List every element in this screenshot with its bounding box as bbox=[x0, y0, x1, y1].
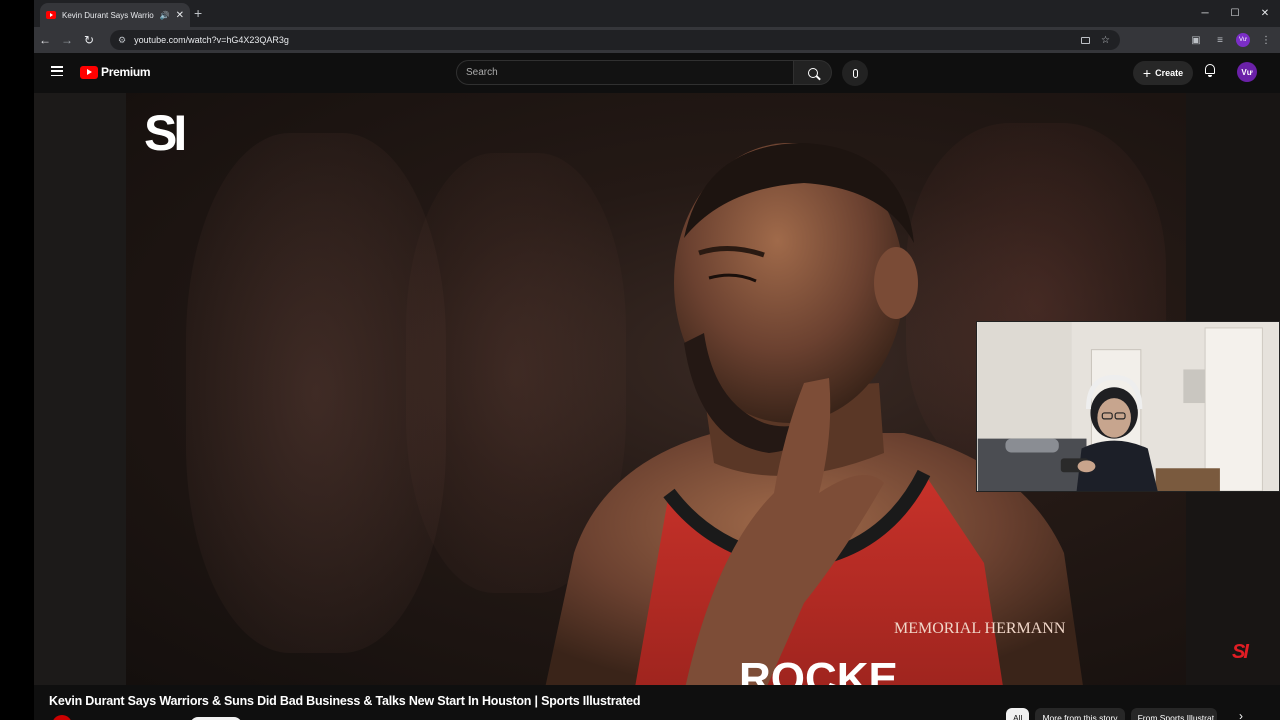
tab-title: Kevin Durant Says Warriors bbox=[62, 10, 154, 20]
search-icon bbox=[807, 67, 818, 78]
side-panel-icon[interactable]: ▣ bbox=[1188, 35, 1204, 46]
youtube-header: Premium Search + Create Vư bbox=[34, 53, 1280, 309]
reload-icon[interactable]: ↻ bbox=[78, 33, 100, 47]
chevron-right-icon[interactable]: › bbox=[1239, 709, 1243, 720]
screen: Kevin Durant Says Warriors 🔊 ✕ + ─ ☐ ✕ ←… bbox=[0, 0, 1280, 720]
channel-avatar[interactable] bbox=[52, 715, 72, 720]
minimize-icon[interactable]: ─ bbox=[1190, 0, 1220, 27]
watch-metadata: Kevin Durant Says Warriors & Suns Did Ba… bbox=[34, 685, 1280, 720]
video-title: Kevin Durant Says Warriors & Suns Did Ba… bbox=[49, 694, 641, 708]
si-brand-logo: SI bbox=[144, 105, 187, 161]
install-app-icon[interactable] bbox=[1081, 36, 1090, 44]
hamburger-menu-icon[interactable] bbox=[51, 66, 63, 76]
youtube-favicon-icon bbox=[46, 11, 56, 19]
related-filter-chips: All More from this story From Sports Ill… bbox=[1006, 708, 1217, 720]
forward-icon[interactable]: → bbox=[56, 33, 78, 47]
chip-from-sports-illustrated[interactable]: From Sports Illustrat bbox=[1130, 708, 1217, 720]
browser-menu-icon[interactable]: ⋮ bbox=[1258, 35, 1274, 46]
webcam-overlay bbox=[976, 321, 1280, 492]
close-window-icon[interactable]: ✕ bbox=[1250, 0, 1280, 27]
logo-text: Premium bbox=[101, 65, 151, 79]
jersey-front-text: ROCKE bbox=[739, 654, 898, 685]
browser-tab[interactable]: Kevin Durant Says Warriors 🔊 ✕ bbox=[40, 3, 190, 27]
chip-more-from-story[interactable]: More from this story bbox=[1035, 708, 1125, 720]
close-tab-icon[interactable]: ✕ bbox=[176, 10, 184, 21]
player-letterbox-left bbox=[34, 93, 126, 685]
new-tab-button[interactable]: + bbox=[194, 4, 202, 22]
create-label: Create bbox=[1155, 68, 1184, 78]
audio-playing-icon[interactable]: 🔊 bbox=[160, 11, 170, 20]
back-icon[interactable]: ← bbox=[34, 33, 56, 47]
jersey-sponsor-text: MEMORIAL HERMANN bbox=[894, 620, 1066, 637]
si-corner-watermark: SI bbox=[1232, 641, 1249, 663]
address-bar[interactable]: ⚙ youtube.com/watch?v=hG4X23QAR3g ☆ bbox=[110, 30, 1120, 50]
youtube-play-icon bbox=[80, 65, 98, 79]
account-avatar[interactable]: Vư bbox=[1237, 62, 1257, 82]
toolbar-actions: ▣ ≡ Vư ⋮ bbox=[1188, 27, 1280, 53]
reading-list-icon[interactable]: ≡ bbox=[1212, 35, 1228, 46]
voice-search-button[interactable] bbox=[842, 60, 868, 86]
window-controls: ─ ☐ ✕ bbox=[1190, 0, 1280, 27]
search-placeholder: Search bbox=[466, 67, 498, 78]
browser-toolbar: ← → ↻ ⚙ youtube.com/watch?v=hG4X23QAR3g … bbox=[34, 27, 1280, 53]
site-info-icon[interactable]: ⚙ bbox=[118, 35, 126, 46]
youtube-premium-logo[interactable]: Premium bbox=[80, 65, 151, 79]
notifications-bell-icon[interactable] bbox=[1204, 64, 1216, 77]
search-button[interactable] bbox=[794, 60, 832, 85]
browser-profile-avatar[interactable]: Vư bbox=[1236, 33, 1250, 47]
bookmark-star-icon[interactable]: ☆ bbox=[1101, 35, 1110, 46]
url-text: youtube.com/watch?v=hG4X23QAR3g bbox=[134, 35, 289, 45]
search-input[interactable]: Search bbox=[456, 60, 794, 85]
tab-strip: Kevin Durant Says Warriors 🔊 ✕ + ─ ☐ ✕ bbox=[34, 0, 1280, 27]
plus-icon: + bbox=[1142, 65, 1152, 81]
chip-all[interactable]: All bbox=[1006, 708, 1030, 720]
create-button[interactable]: + Create bbox=[1133, 61, 1193, 85]
maximize-icon[interactable]: ☐ bbox=[1220, 0, 1250, 27]
microphone-icon bbox=[852, 68, 858, 78]
